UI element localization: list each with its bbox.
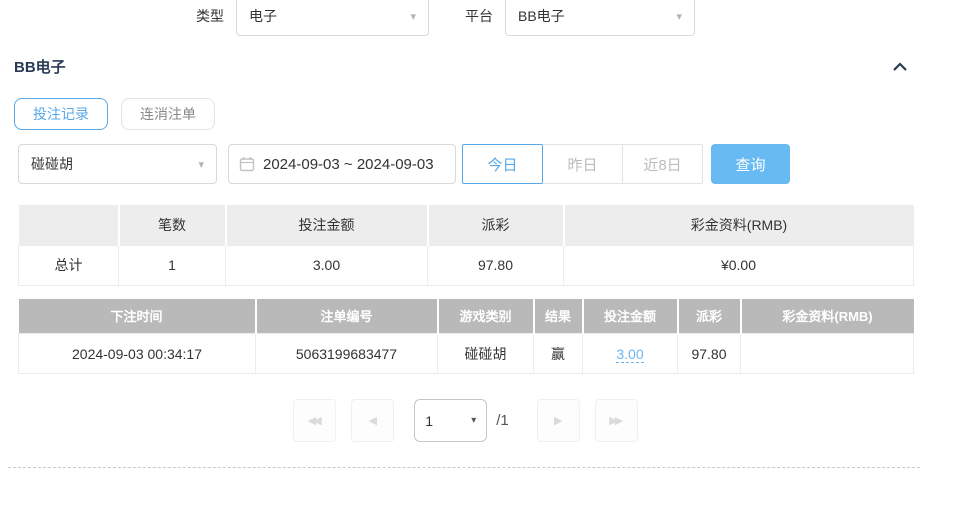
bet-amount-link[interactable]: 3.00 — [616, 346, 643, 363]
double-left-arrow-icon: ◀◀ — [308, 414, 319, 427]
game-type-select[interactable]: 碰碰胡 ▾ — [18, 144, 217, 184]
summary-header-bonus: 彩金资料(RMB) — [564, 205, 914, 245]
summary-total-label: 总计 — [19, 245, 119, 285]
quick-date-group: 今日 昨日 近8日 — [462, 144, 703, 184]
page-select-value: 1 — [425, 413, 433, 429]
pagination: ◀◀ ◀ 1 ▾ /1 ▶ ▶▶ — [18, 399, 913, 442]
platform-select-value: BB电子 — [518, 6, 565, 26]
chevron-down-icon: ▾ — [198, 158, 204, 171]
summary-header-payout: 派彩 — [428, 205, 564, 245]
type-label: 类型 — [196, 6, 224, 26]
game-type-select-value: 碰碰胡 — [31, 154, 73, 174]
page-select[interactable]: 1 ▾ — [414, 399, 487, 442]
summary-total-count: 1 — [119, 245, 226, 285]
type-select[interactable]: 电子 ▾ — [236, 0, 429, 36]
tab-bet-records[interactable]: 投注记录 — [14, 98, 108, 130]
summary-header-row: 笔数 投注金额 派彩 彩金资料(RMB) — [19, 205, 914, 245]
summary-table: 笔数 投注金额 派彩 彩金资料(RMB) 总计 1 3.00 97.80 ¥0.… — [18, 205, 914, 286]
section-divider — [8, 467, 920, 468]
date-range-value: 2024-09-03 ~ 2024-09-03 — [263, 156, 434, 173]
chevron-down-icon: ▾ — [410, 10, 416, 23]
top-filter-row: 类型 电子 ▾ 平台 BB电子 ▾ — [0, 0, 956, 37]
type-select-value: 电子 — [249, 6, 277, 26]
detail-table: 下注时间 注单编号 游戏类别 结果 投注金额 派彩 彩金资料(RMB) 2024… — [18, 299, 914, 375]
calendar-icon — [239, 156, 255, 172]
payout: 97.80 — [678, 334, 741, 374]
next-page-button[interactable]: ▶ — [537, 399, 580, 442]
summary-header-count: 笔数 — [119, 205, 226, 245]
first-page-button[interactable]: ◀◀ — [293, 399, 336, 442]
chevron-down-icon: ▾ — [471, 415, 476, 426]
result: 赢 — [534, 334, 583, 374]
filter-bar: 碰碰胡 ▾ 2024-09-03 ~ 2024-09-03 今日 昨日 近8日 … — [18, 144, 956, 184]
detail-header-bet-amount: 投注金额 — [583, 299, 678, 334]
summary-total-row: 总计 1 3.00 97.80 ¥0.00 — [19, 245, 914, 285]
detail-header-time: 下注时间 — [19, 299, 256, 334]
yesterday-button[interactable]: 昨日 — [542, 144, 623, 184]
chevron-up-icon — [892, 60, 908, 75]
detail-header-row: 下注时间 注单编号 游戏类别 结果 投注金额 派彩 彩金资料(RMB) — [19, 299, 914, 334]
summary-total-bet-amount: 3.00 — [226, 245, 428, 285]
double-right-arrow-icon: ▶▶ — [609, 414, 620, 427]
query-button[interactable]: 查询 — [711, 144, 790, 184]
bonus — [741, 334, 914, 374]
page-title: BB电子 — [14, 56, 66, 77]
game-type: 碰碰胡 — [438, 334, 534, 374]
left-arrow-icon: ◀ — [369, 414, 377, 427]
summary-header-bet-amount: 投注金额 — [226, 205, 428, 245]
summary-total-bonus: ¥0.00 — [564, 245, 914, 285]
platform-select[interactable]: BB电子 ▾ — [505, 0, 695, 36]
today-button[interactable]: 今日 — [462, 144, 543, 184]
bet-time: 2024-09-03 00:34:17 — [19, 334, 256, 374]
page-total-label: /1 — [496, 412, 509, 429]
right-arrow-icon: ▶ — [554, 414, 562, 427]
summary-total-payout: 97.80 — [428, 245, 564, 285]
date-range-input[interactable]: 2024-09-03 ~ 2024-09-03 — [228, 144, 456, 184]
last-8-days-button[interactable]: 近8日 — [622, 144, 703, 184]
detail-header-result: 结果 — [534, 299, 583, 334]
prev-page-button[interactable]: ◀ — [351, 399, 394, 442]
tabs-row: 投注记录 连消注单 — [14, 98, 956, 130]
chevron-down-icon: ▾ — [676, 10, 682, 23]
detail-header-bonus: 彩金资料(RMB) — [741, 299, 914, 334]
detail-header-game: 游戏类别 — [438, 299, 534, 334]
order-number: 5063199683477 — [256, 334, 438, 374]
collapse-button[interactable] — [890, 60, 910, 74]
tab-cancelled-orders[interactable]: 连消注单 — [121, 98, 215, 130]
detail-header-payout: 派彩 — [678, 299, 741, 334]
platform-label: 平台 — [465, 6, 493, 26]
section-header: BB电子 — [0, 56, 956, 77]
detail-header-order-no: 注单编号 — [256, 299, 438, 334]
table-row: 2024-09-03 00:34:17 5063199683477 碰碰胡 赢 … — [19, 334, 914, 374]
last-page-button[interactable]: ▶▶ — [595, 399, 638, 442]
summary-header-empty — [19, 205, 119, 245]
